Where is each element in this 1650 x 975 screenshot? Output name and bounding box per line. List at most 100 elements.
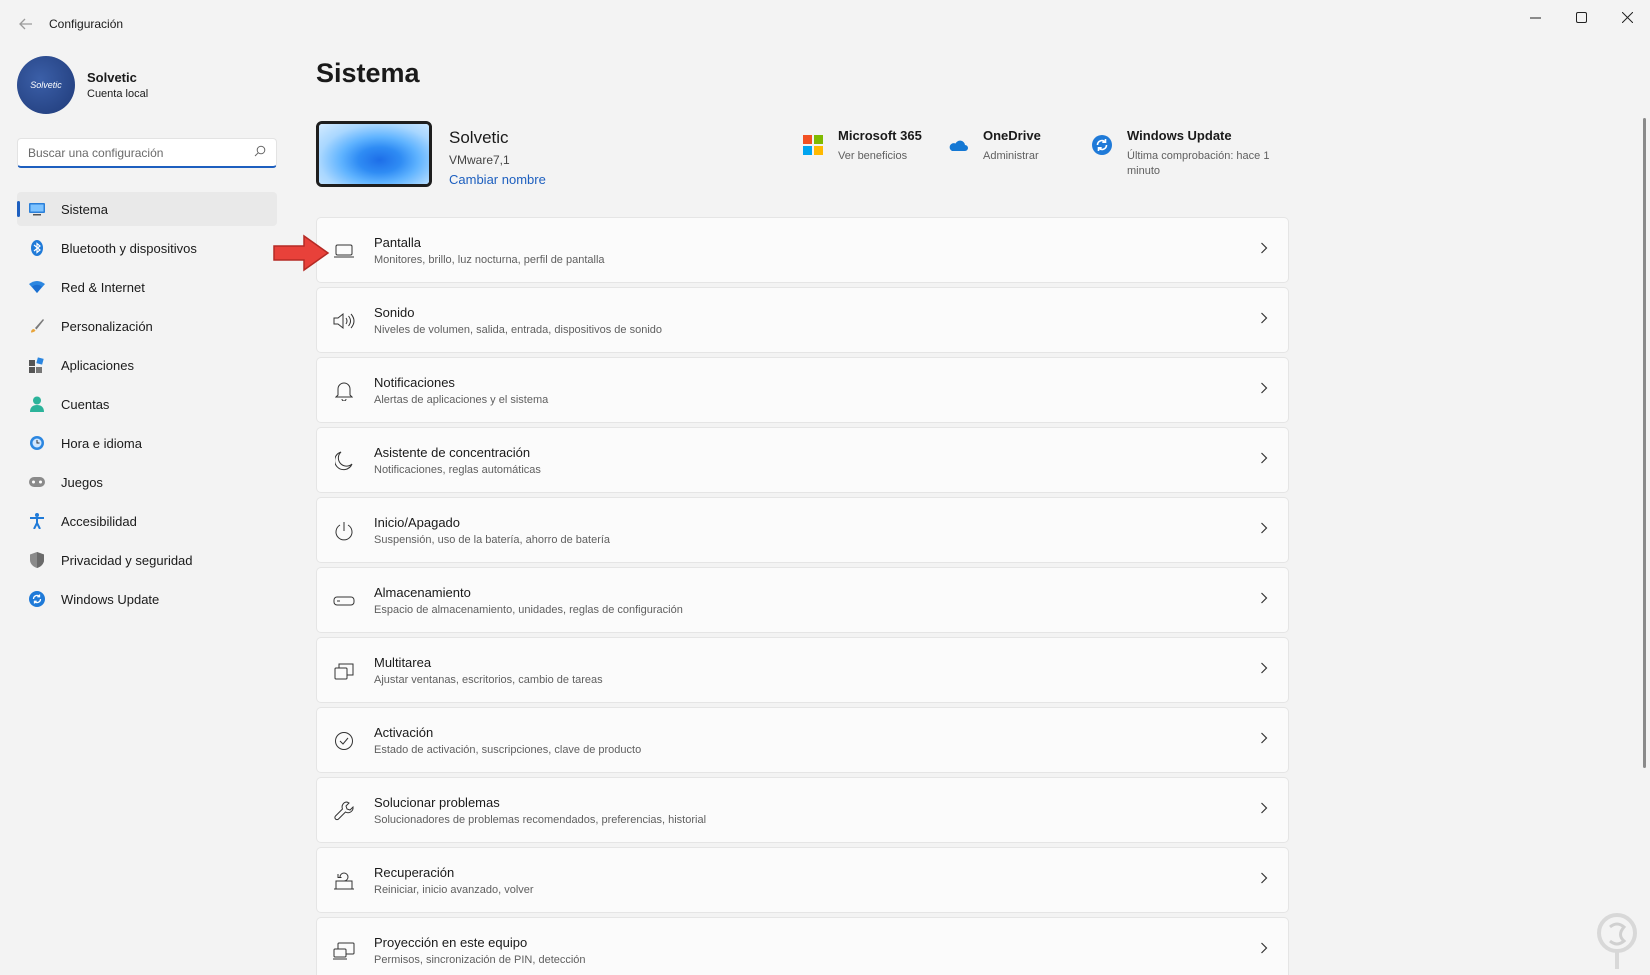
chevron-right-icon	[1260, 662, 1268, 677]
back-button[interactable]	[12, 10, 40, 38]
title-bar: Configuración	[0, 0, 1650, 48]
setting-activacion[interactable]: Activación Estado de activación, suscripc…	[316, 707, 1289, 773]
setting-title: Inicio/Apagado	[374, 515, 461, 530]
sidebar-item-label: Red & Internet	[61, 279, 145, 295]
sidebar-item-personalizacion[interactable]: Personalización	[17, 309, 277, 343]
sidebar-item-red[interactable]: Red & Internet	[17, 270, 277, 304]
minimize-icon	[1529, 17, 1541, 18]
setting-title: Pantalla	[374, 235, 421, 250]
chevron-right-icon	[1260, 452, 1268, 467]
setting-title: Recuperación	[374, 865, 455, 880]
page-title: Sistema	[316, 58, 420, 88]
sidebar-nav: Sistema Bluetooth y dispositivos Red & I…	[17, 192, 277, 621]
chevron-right-icon	[1260, 382, 1268, 397]
rename-device-link[interactable]: Cambiar nombre	[449, 172, 546, 187]
setting-description: Reiniciar, inicio avanzado, volver	[374, 884, 534, 896]
onedrive-cloud-icon	[949, 140, 968, 151]
setting-proyeccion[interactable]: Proyección en este equipo Permisos, sincr…	[316, 917, 1289, 975]
setting-recuperacion[interactable]: Recuperación Reiniciar, inicio avanzado, …	[316, 847, 1289, 913]
setting-description: Ajustar ventanas, escritorios, cambio de…	[374, 674, 603, 686]
sidebar-item-privacidad[interactable]: Privacidad y seguridad	[17, 543, 277, 577]
chevron-right-icon	[1260, 872, 1268, 887]
sidebar-item-aplicaciones[interactable]: Aplicaciones	[17, 348, 277, 382]
sidebar-item-bluetooth[interactable]: Bluetooth y dispositivos	[17, 231, 277, 265]
chevron-right-icon	[1260, 242, 1268, 257]
sidebar-item-label: Cuentas	[61, 396, 110, 412]
chevron-right-icon	[1260, 942, 1268, 957]
setting-description: Espacio de almacenamiento, unidades, reg…	[374, 604, 683, 616]
sidebar-item-cuentas[interactable]: Cuentas	[17, 387, 277, 421]
bell-icon	[333, 380, 355, 402]
search-icon[interactable]	[254, 145, 266, 160]
maximize-button[interactable]	[1558, 0, 1604, 34]
device-thumbnail	[316, 121, 432, 187]
watermark-logo-icon	[1597, 913, 1637, 969]
back-arrow-icon	[19, 18, 32, 30]
avatar: Solvetic	[17, 56, 75, 114]
setting-description: Notificaciones, reglas automáticas	[374, 464, 541, 476]
device-info: Solvetic VMware7,1 Cambiar nombre	[449, 128, 546, 187]
sidebar-item-label: Aplicaciones	[61, 357, 134, 373]
setting-inicio-apagado[interactable]: Inicio/Apagado Suspensión, uso de la bate…	[316, 497, 1289, 563]
window-controls	[1512, 0, 1650, 34]
person-icon	[29, 396, 45, 412]
annotation-arrow	[273, 234, 330, 272]
sidebar-item-accesibilidad[interactable]: Accesibilidad	[17, 504, 277, 538]
quick-title: Windows Update	[1127, 128, 1232, 143]
sidebar-item-juegos[interactable]: Juegos	[17, 465, 277, 499]
setting-notificaciones[interactable]: Notificaciones Alertas de aplicaciones y …	[316, 357, 1289, 423]
chevron-right-icon	[1260, 732, 1268, 747]
shield-icon	[29, 552, 45, 568]
search-box[interactable]	[17, 138, 277, 168]
setting-description: Suspensión, uso de la batería, ahorro de…	[374, 534, 611, 546]
globe-clock-icon	[29, 435, 45, 451]
device-model: VMware7,1	[449, 153, 510, 167]
microsoft-logo-icon	[803, 135, 823, 155]
setting-description: Permisos, sincronización de PIN, detecci…	[374, 954, 586, 966]
accessibility-icon	[29, 513, 45, 529]
avatar-logo-text: Solvetic	[30, 80, 62, 90]
scrollbar[interactable]	[1643, 118, 1646, 768]
sidebar-item-label: Accesibilidad	[61, 513, 137, 529]
power-icon	[333, 520, 355, 542]
minimize-button[interactable]	[1512, 0, 1558, 34]
user-profile[interactable]: Solvetic Solvetic Cuenta local	[17, 56, 148, 114]
setting-almacenamiento[interactable]: Almacenamiento Espacio de almacenamiento,…	[316, 567, 1289, 633]
setting-description: Alertas de aplicaciones y el sistema	[374, 394, 549, 406]
sidebar-item-sistema[interactable]: Sistema	[17, 192, 277, 226]
quick-windows-update[interactable]: Windows Update Última comprobación: hace…	[1091, 128, 1287, 179]
close-button[interactable]	[1604, 0, 1650, 34]
update-icon	[1092, 135, 1112, 155]
chevron-right-icon	[1260, 802, 1268, 817]
search-input[interactable]	[28, 145, 254, 160]
sidebar-item-windows-update[interactable]: Windows Update	[17, 582, 277, 616]
bluetooth-icon	[29, 240, 45, 256]
projection-icon	[333, 940, 355, 962]
apps-icon	[29, 357, 45, 373]
chevron-right-icon	[1260, 312, 1268, 327]
setting-sonido[interactable]: Sonido Niveles de volumen, salida, entrad…	[316, 287, 1289, 353]
setting-title: Sonido	[374, 305, 415, 320]
sidebar-item-label: Windows Update	[61, 591, 160, 607]
quick-microsoft-365[interactable]: Microsoft 365 Ver beneficios	[802, 128, 922, 164]
close-icon	[1621, 11, 1633, 23]
profile-account-type: Cuenta local	[87, 88, 149, 100]
sidebar-item-hora-idioma[interactable]: Hora e idioma	[17, 426, 277, 460]
quick-subtitle: Administrar	[983, 150, 1039, 162]
brush-icon	[29, 318, 45, 334]
quick-onedrive[interactable]: OneDrive Administrar	[947, 128, 1041, 164]
setting-title: Multitarea	[374, 655, 432, 670]
setting-solucionar-problemas[interactable]: Solucionar problemas Solucionadores de pr…	[316, 777, 1289, 843]
setting-description: Monitores, brillo, luz nocturna, perfil …	[374, 254, 605, 266]
setting-description: Estado de activación, suscripciones, cla…	[374, 744, 642, 756]
check-circle-icon	[333, 730, 355, 752]
setting-pantalla[interactable]: Pantalla Monitores, brillo, luz nocturna,…	[316, 217, 1289, 283]
multitask-icon	[333, 660, 355, 682]
settings-list: Pantalla Monitores, brillo, luz nocturna,…	[316, 217, 1289, 975]
sidebar-item-label: Juegos	[61, 474, 103, 490]
setting-multitarea[interactable]: Multitarea Ajustar ventanas, escritorios,…	[316, 637, 1289, 703]
setting-title: Proyección en este equipo	[374, 935, 528, 950]
app-title: Configuración	[49, 17, 124, 31]
sidebar-item-label: Sistema	[61, 201, 108, 217]
setting-asistente-concentracion[interactable]: Asistente de concentración Notificaciones…	[316, 427, 1289, 493]
